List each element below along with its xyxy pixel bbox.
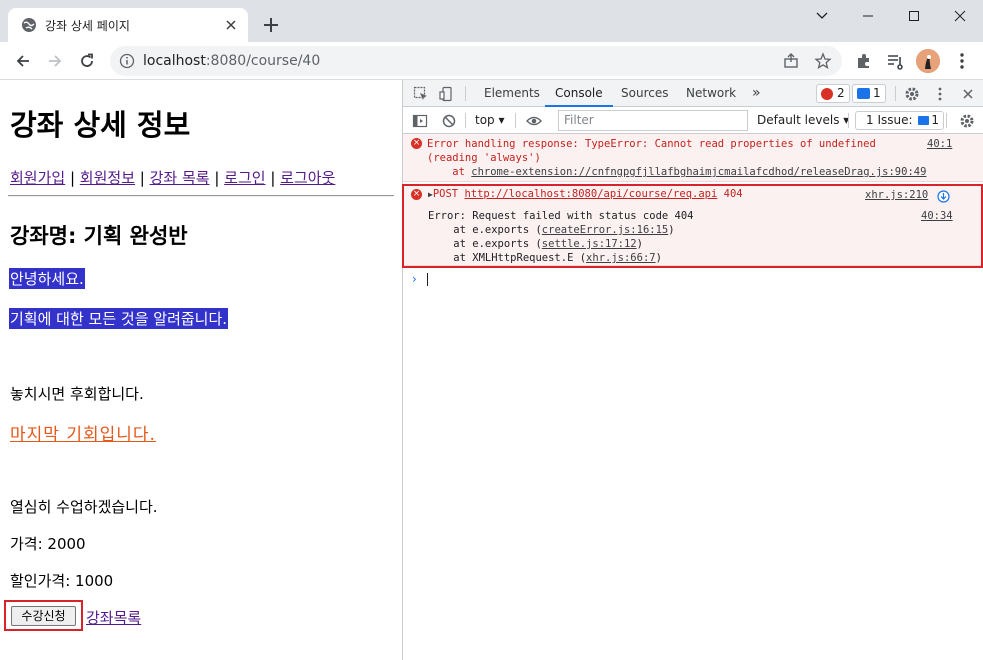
minimize-icon[interactable] (845, 0, 891, 32)
back-icon[interactable] (11, 49, 35, 73)
issues-count: 1 (931, 113, 939, 127)
console-settings-icon[interactable] (958, 112, 975, 129)
message-icon (857, 88, 870, 99)
error-icon: × (411, 138, 422, 149)
extension-source-link[interactable]: chrome-extension://cnfngpgfjllafbghaimjc… (471, 166, 926, 178)
log-levels-label: Default levels (757, 113, 840, 127)
message-count: 1 (873, 86, 881, 100)
reload-icon[interactable] (75, 49, 99, 73)
error-icon (821, 88, 833, 100)
text-dont-miss: 놓치시면 후회합니다. (10, 385, 144, 403)
tab-console[interactable]: Console (545, 80, 613, 107)
nav-separator: | (65, 169, 80, 187)
close-devtools-icon[interactable] (959, 85, 976, 102)
info-icon[interactable] (119, 53, 135, 69)
menu-icon[interactable] (952, 51, 972, 71)
nav-link-login[interactable]: 로그인 (224, 169, 265, 187)
url-host: localhost (143, 53, 206, 69)
issues-label: 1 Issue: (866, 113, 913, 127)
highlight-description: 기획에 대한 모든 것을 알려줍니다. (9, 308, 229, 329)
devtools-panel: Elements Console Sources Network » 2 1 t… (402, 80, 983, 660)
toolbar-divider (946, 113, 947, 128)
sidebar-icon[interactable] (411, 112, 428, 129)
address-bar[interactable]: localhost:8080/course/40 (110, 46, 842, 76)
toolbar-divider (848, 113, 849, 128)
source-link[interactable]: 40:1 (927, 137, 952, 151)
price: 가격: 2000 (10, 535, 86, 553)
tab-sources[interactable]: Sources (621, 80, 668, 107)
enroll-button[interactable]: 수강신청 (11, 606, 76, 626)
maximize-icon[interactable] (891, 0, 937, 32)
error-stack-line: at chrome-extension://cnfngpgfjllafbghai… (427, 165, 926, 179)
console-toolbar: top ▾ Filter Default levels ▾ 1 Issue: 1 (403, 107, 983, 134)
tab-title: 강좌 상세 페이지 (45, 19, 130, 33)
eye-icon[interactable] (525, 112, 542, 129)
course-name: 강좌명: 기획 완성반 (10, 224, 188, 248)
console-input-caret[interactable] (427, 273, 428, 286)
error-text: (reading 'always') (427, 152, 541, 164)
devtools-tabbar: Elements Console Sources Network » 2 1 (403, 80, 983, 107)
tab-elements[interactable]: Elements (484, 80, 540, 107)
star-icon[interactable] (814, 52, 832, 70)
console-error-message: × Error handling response: TypeError: Ca… (403, 134, 983, 182)
toolbar-divider (465, 86, 466, 101)
browser-toolbar: localhost:8080/course/40 (0, 42, 983, 80)
more-options-icon[interactable] (931, 85, 948, 102)
tab-network[interactable]: Network (686, 80, 736, 107)
annotation-highlight-box (402, 184, 983, 268)
console-prompt: › (412, 272, 417, 286)
more-tabs-button[interactable]: » (752, 80, 761, 107)
message-icon (918, 116, 930, 125)
forward-icon[interactable] (43, 49, 67, 73)
context-label: top (475, 113, 495, 127)
issues-button[interactable]: 1 Issue: 1 (855, 111, 944, 130)
globe-icon (21, 17, 37, 33)
error-text: Error handling response: TypeError: Cann… (427, 138, 876, 150)
nav-separator: | (209, 169, 225, 187)
annotation-highlight-box: 수강신청 (4, 600, 83, 631)
highlight-greeting: 안녕하세요. (9, 268, 85, 289)
reading-list-icon[interactable] (885, 51, 905, 71)
chevron-down-icon[interactable] (799, 0, 845, 32)
nav-links: 회원가입 | 회원정보 | 강좌 목록 | 로그인 | 로그아웃 (10, 167, 335, 188)
nav-link-logout[interactable]: 로그아웃 (280, 169, 335, 187)
context-selector[interactable]: top ▾ (475, 107, 505, 134)
divider (8, 195, 394, 197)
url-text: localhost:8080/course/40 (143, 53, 320, 69)
toolbar-divider (465, 113, 466, 128)
text-study-hard: 열심히 수업하겠습니다. (10, 498, 158, 516)
filter-input[interactable]: Filter (558, 110, 748, 131)
url-path: :8080/course/40 (205, 53, 321, 69)
message-count-badge[interactable]: 1 (852, 84, 886, 103)
error-count-badge[interactable]: 2 (816, 84, 850, 103)
close-icon[interactable] (222, 16, 240, 34)
toolbar-divider (895, 86, 896, 101)
nav-link-signup[interactable]: 회원가입 (10, 169, 65, 187)
toolbar-divider (515, 113, 516, 128)
browser-tab[interactable]: 강좌 상세 페이지 (8, 8, 248, 42)
web-page: 강좌 상세 정보 회원가입 | 회원정보 | 강좌 목록 | 로그인 | 로그아… (0, 80, 402, 660)
nav-separator: | (265, 169, 281, 187)
nav-link-course-list[interactable]: 강좌 목록 (150, 169, 210, 187)
settings-icon[interactable] (903, 85, 920, 102)
clear-icon[interactable] (440, 112, 457, 129)
error-count: 2 (837, 86, 845, 100)
course-list-link[interactable]: 강좌목록 (86, 607, 141, 628)
inspect-icon[interactable] (412, 85, 429, 102)
avatar[interactable] (916, 49, 940, 73)
extensions-icon[interactable] (854, 51, 874, 71)
error-stack-prefix: at (427, 166, 472, 178)
device-icon[interactable] (438, 85, 455, 102)
share-icon[interactable] (782, 52, 800, 70)
plus-icon[interactable] (259, 13, 283, 37)
text-last-chance: 마지막 기회입니다. (10, 425, 156, 445)
nav-separator: | (135, 169, 150, 187)
log-levels-dropdown[interactable]: Default levels ▾ (757, 107, 849, 134)
sale-price: 할인가격: 1000 (10, 572, 114, 590)
nav-link-member-info[interactable]: 회원정보 (80, 169, 135, 187)
browser-titlebar: 강좌 상세 페이지 (0, 0, 983, 42)
window-close-icon[interactable] (937, 0, 983, 32)
page-title: 강좌 상세 정보 (10, 108, 191, 142)
